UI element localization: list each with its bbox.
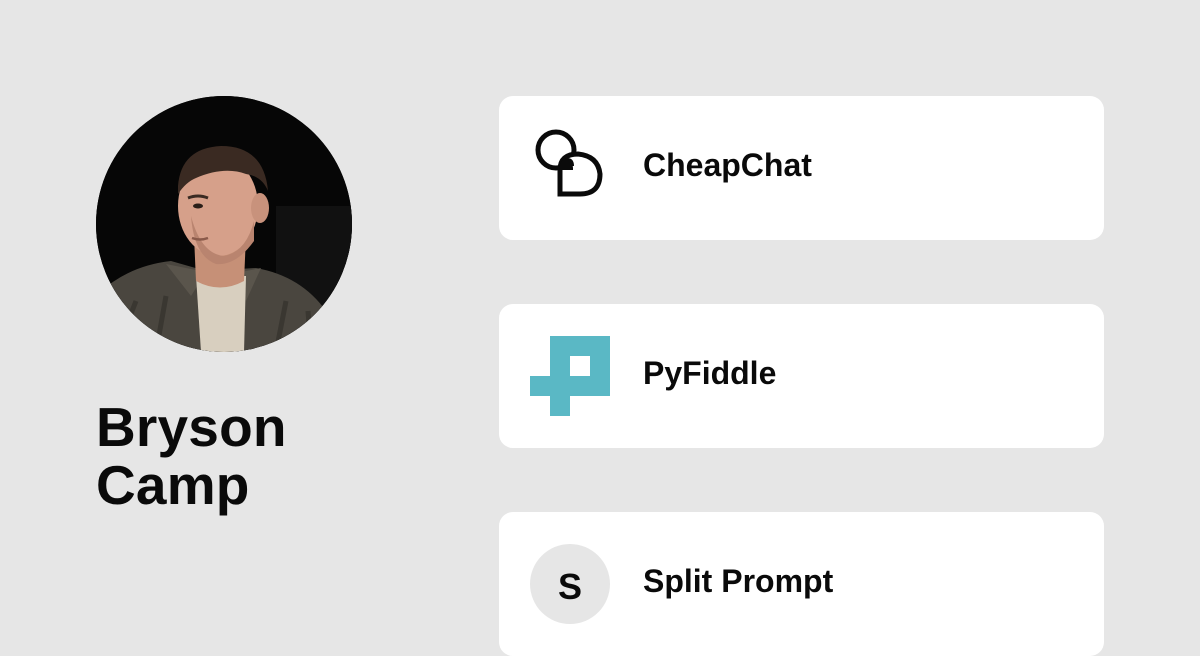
link-card-pyfiddle[interactable]: PyFiddle xyxy=(499,304,1104,448)
letter-s-badge-icon: S xyxy=(530,544,610,624)
overlapping-chat-bubbles-icon xyxy=(530,128,610,208)
link-label-split-prompt: Split Prompt xyxy=(643,563,834,599)
teal-pixel-p-logo xyxy=(530,336,610,416)
last-name: Camp xyxy=(96,454,250,516)
profile-photo xyxy=(96,96,352,352)
link-label-pyfiddle: PyFiddle xyxy=(643,355,777,391)
first-name: Bryson xyxy=(96,396,287,458)
avatar xyxy=(96,96,352,352)
link-card-split-prompt[interactable]: S Split Prompt xyxy=(499,512,1104,656)
letter-s-badge: S xyxy=(530,544,610,624)
link-card-cheapchat[interactable]: CheapChat xyxy=(499,96,1104,240)
link-label-cheapchat: CheapChat xyxy=(643,147,812,183)
profile-name: Bryson Camp xyxy=(96,398,436,514)
